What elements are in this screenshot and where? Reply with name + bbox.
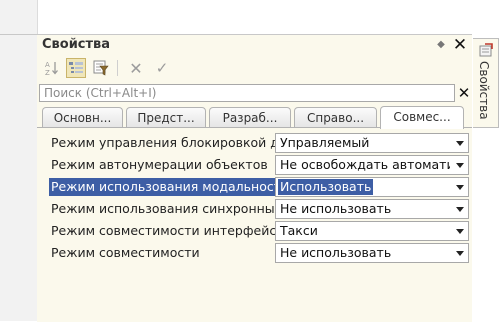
property-row-selected: Режим использования модальности Использо… xyxy=(49,176,472,198)
accept-icon[interactable]: ✓ xyxy=(152,58,172,78)
property-label: Режим использования синхронных вызовов xyxy=(51,201,275,216)
dropdown-arrow-icon[interactable] xyxy=(452,222,468,240)
search-field[interactable] xyxy=(39,84,455,102)
property-value: Не использовать xyxy=(280,201,392,216)
property-value: Такси xyxy=(280,223,318,238)
dropdown-arrow-icon[interactable] xyxy=(452,156,468,174)
dropdown-arrow-icon[interactable] xyxy=(452,134,468,152)
dropdown-arrow-icon[interactable] xyxy=(452,178,468,196)
property-label: Режим использования модальности xyxy=(49,178,275,196)
property-label: Режим управления блокировкой данных xyxy=(51,135,275,150)
property-label: Режим автонумерации объектов xyxy=(51,157,268,172)
dropdown-arrow-icon[interactable] xyxy=(452,200,468,218)
dropdown-arrow-icon[interactable] xyxy=(452,244,468,262)
tab-reference[interactable]: Справо... xyxy=(294,107,377,128)
clear-search-icon[interactable]: ✕ xyxy=(456,85,472,101)
svg-text:Z: Z xyxy=(45,69,50,76)
svg-text:A: A xyxy=(45,61,50,69)
tab-main[interactable]: Основн... xyxy=(42,107,123,128)
search-input[interactable] xyxy=(40,85,454,101)
left-panel-area xyxy=(0,0,38,321)
property-row: Режим совместимости интерфейса Такси xyxy=(49,220,472,242)
property-value-select[interactable]: Не освобождать автоматически xyxy=(275,155,469,175)
tab-presentation[interactable]: Предст... xyxy=(126,107,206,128)
properties-toolbar: A Z ✕ ✓ xyxy=(37,56,472,81)
properties-panel: Свойства ◆ ✕ A Z ✕ ✓ Поиск (Ctrl+Alt+I) … xyxy=(37,34,472,322)
property-value-select[interactable]: Такси xyxy=(275,221,469,241)
properties-icon xyxy=(479,43,493,57)
filter-icon[interactable] xyxy=(91,58,111,78)
side-tab-label: Свойства xyxy=(477,61,491,120)
property-value: Не использовать xyxy=(280,245,392,260)
property-row: Режим совместимости Не использовать xyxy=(49,242,472,264)
property-value-select[interactable]: Не использовать xyxy=(275,199,469,219)
close-icon[interactable]: ✕ xyxy=(451,36,469,54)
property-value-select[interactable]: Управляемый xyxy=(275,133,469,153)
sort-alphabetical-icon[interactable]: A Z xyxy=(42,58,62,78)
property-tabs: Основн... Предст... Разраб... Справо... … xyxy=(37,106,472,129)
property-row: Режим использования синхронных вызовов Н… xyxy=(49,198,472,220)
property-value: Управляемый xyxy=(280,135,370,150)
property-value: Не освобождать автоматически xyxy=(280,157,450,172)
property-label: Режим совместимости xyxy=(51,245,200,260)
property-row: Режим управления блокировкой данных Упра… xyxy=(49,132,472,154)
tab-development[interactable]: Разраб... xyxy=(209,107,291,128)
side-tab-properties[interactable]: Свойства xyxy=(473,38,499,128)
tab-compatibility[interactable]: Совмес... xyxy=(380,106,464,129)
categorized-view-icon[interactable] xyxy=(66,58,86,78)
property-value-select[interactable]: Не использовать xyxy=(275,243,469,263)
property-value-select[interactable]: Использовать xyxy=(275,177,469,197)
pin-icon[interactable]: ◆ xyxy=(434,38,448,52)
cancel-icon[interactable]: ✕ xyxy=(126,58,146,78)
panel-title-bar: Свойства ◆ ✕ xyxy=(37,35,472,55)
panel-title: Свойства xyxy=(42,37,111,52)
property-row: Режим автонумерации объектов Не освобожд… xyxy=(49,154,472,176)
property-label: Режим совместимости интерфейса xyxy=(51,223,275,238)
property-value: Использовать xyxy=(278,179,374,195)
